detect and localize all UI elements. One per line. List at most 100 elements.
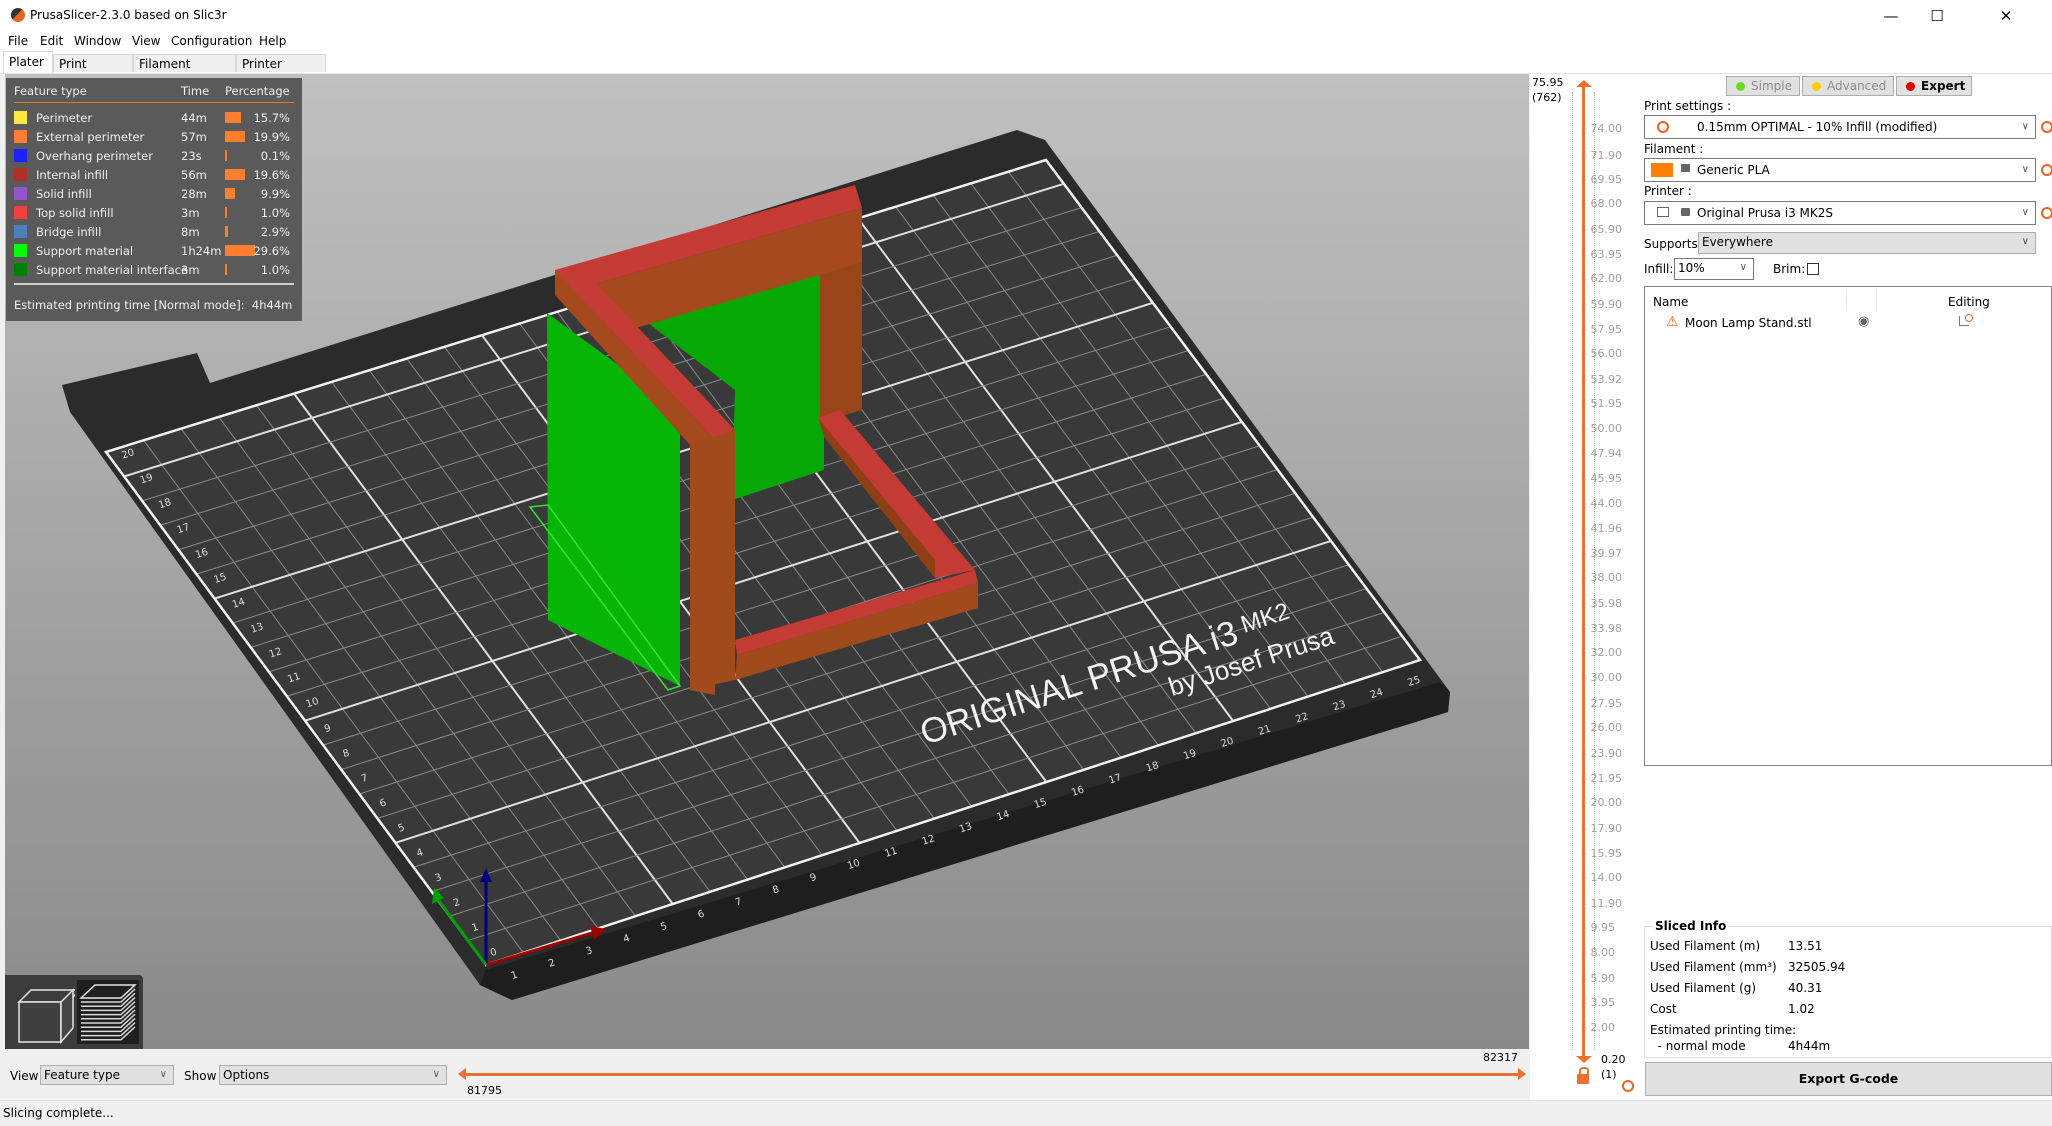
- layer-height-tick: - 53.92: [1583, 372, 1622, 386]
- sliced-info-value: 1.02: [1788, 1002, 1815, 1016]
- vslider-lower-thumb[interactable]: [1576, 1056, 1592, 1063]
- legend-feature-label: Support material interface: [36, 263, 189, 277]
- printer-edit-icon[interactable]: [2041, 207, 2052, 219]
- legend-feature-time: 57m: [181, 130, 207, 144]
- tab-printer-settings[interactable]: Printer Settings: [236, 54, 326, 89]
- hslider-high-value: 82317: [1483, 1051, 1518, 1064]
- minimize-button[interactable]: —: [1868, 0, 1914, 32]
- mode-expert-button[interactable]: Expert: [1896, 76, 1972, 96]
- layer-height-tick: - 35.98: [1583, 596, 1622, 610]
- menu-help[interactable]: Help: [259, 34, 286, 48]
- horizontal-slider-upper-thumb[interactable]: [1518, 1068, 1526, 1080]
- layer-height-tick: - 2.00: [1583, 1020, 1615, 1034]
- legend-feature-label: Solid infill: [36, 187, 92, 201]
- chevron-down-icon: ∨: [432, 1069, 440, 1080]
- brim-checkbox[interactable]: [1807, 263, 1819, 275]
- view-type-select[interactable]: Feature type ∨: [40, 1065, 174, 1085]
- layer-height-tick: - 30.00: [1583, 671, 1622, 685]
- print-settings-label: Print settings :: [1644, 99, 1732, 113]
- mode-dot-icon: [1906, 82, 1915, 91]
- brim-label: Brim:: [1773, 262, 1806, 276]
- maximize-button[interactable]: ☐: [1914, 0, 1960, 32]
- legend-color-swatch: [14, 244, 27, 257]
- layer-height-tick: - 45.95: [1583, 472, 1622, 486]
- vslider-bottom-layer: (1): [1601, 1068, 1617, 1081]
- horizontal-slider-lower-thumb[interactable]: [458, 1068, 466, 1080]
- layer-height-tick: - 14.00: [1583, 870, 1622, 884]
- layer-height-tick: - 51.95: [1583, 397, 1622, 411]
- eye-icon[interactable]: ◉: [1858, 314, 1869, 329]
- print-settings-select[interactable]: 0.15mm OPTIMAL - 10% Infill (modified) ∨: [1644, 115, 2036, 139]
- vslider-upper-thumb[interactable]: [1576, 80, 1592, 87]
- object-name: Moon Lamp Stand.stl: [1685, 316, 1812, 330]
- menu-file[interactable]: File: [8, 34, 28, 48]
- cube-icon-front: [18, 1001, 62, 1043]
- legend-percentage-bar: [225, 150, 227, 161]
- menu-window[interactable]: Window: [74, 34, 121, 48]
- unlock-icon-shackle: [1579, 1067, 1589, 1076]
- printer-value: Original Prusa i3 MK2S: [1697, 206, 1834, 220]
- layer-height-tick: - 27.95: [1583, 696, 1622, 710]
- legend-feature-percentage: 29.6%: [253, 244, 290, 258]
- layer-height-tick: - 23.90: [1583, 747, 1622, 761]
- cog-icon[interactable]: [1622, 1080, 1634, 1092]
- menu-configuration[interactable]: Configuration: [171, 34, 252, 48]
- export-gcode-button[interactable]: Export G-code: [1645, 1062, 2052, 1096]
- legend-color-swatch: [14, 111, 27, 124]
- tab-filament-settings[interactable]: Filament Settings: [133, 54, 236, 89]
- print-settings-edit-icon[interactable]: [2041, 121, 2052, 133]
- legend-row: Overhang perimeter 23s 0.1%: [6, 147, 302, 166]
- legend-header-percentage: Percentage: [225, 84, 290, 98]
- legend-color-swatch: [14, 130, 27, 143]
- layer-height-tick: - 17.90: [1583, 822, 1622, 836]
- layer-height-tick: - 57.95: [1583, 322, 1622, 336]
- mode-advanced-button[interactable]: Advanced: [1802, 76, 1894, 96]
- hslider-low-value: 81795: [467, 1084, 502, 1097]
- legend-header-divider: [14, 102, 294, 103]
- legend-row: Bridge infill 8m 2.9%: [6, 223, 302, 242]
- close-button[interactable]: ✕: [1960, 0, 2052, 32]
- layer-height-tick: - 21.95: [1583, 771, 1622, 785]
- filament-select[interactable]: Generic PLA ∨: [1644, 158, 2036, 182]
- preview-bottom-bar: View Feature type ∨ Show Options ∨ 81795 8…: [0, 1050, 1640, 1098]
- printer-icon: [1657, 207, 1669, 217]
- layer-line: [81, 1026, 136, 1041]
- legend-feature-time: 28m: [181, 187, 207, 201]
- horizontal-slider-track[interactable]: [460, 1073, 1520, 1076]
- printer-select[interactable]: Original Prusa i3 MK2S ∨: [1644, 201, 2036, 225]
- sliced-info-value: 13.51: [1788, 939, 1823, 953]
- layer-height-tick: - 26.00: [1583, 721, 1622, 735]
- estimated-time-label: Estimated printing time [Normal mode]:: [14, 298, 245, 312]
- object-list-item[interactable]: ⚠ Moon Lamp Stand.stl ◉: [1645, 314, 2051, 334]
- legend-header-feature: Feature type: [14, 84, 87, 98]
- legend-header-time: Time: [181, 84, 210, 98]
- print-settings-value: 0.15mm OPTIMAL - 10% Infill (modified): [1697, 120, 1938, 134]
- chevron-down-icon: ∨: [2021, 236, 2029, 247]
- infill-select[interactable]: 10% ∨: [1674, 258, 1754, 280]
- supports-value: Everywhere: [1702, 235, 1773, 249]
- tab-plater[interactable]: Plater: [3, 51, 53, 73]
- legend-percentage-bar: [225, 245, 255, 256]
- menu-view[interactable]: View: [132, 34, 160, 48]
- preview-layers-button[interactable]: [77, 980, 139, 1044]
- legend-percentage-bar: [225, 207, 227, 218]
- 3d-view-button[interactable]: [13, 980, 75, 1044]
- legend-percentage-bar: [225, 112, 241, 123]
- filament-edit-icon[interactable]: [2041, 164, 2052, 176]
- legend-feature-time: 23s: [181, 149, 202, 163]
- tab-print-settings[interactable]: Print Settings: [53, 54, 133, 89]
- object-list-header-editing: Editing: [1948, 295, 1990, 309]
- layer-height-tick: - 65.90: [1583, 223, 1622, 237]
- mode-simple-button[interactable]: Simple: [1726, 76, 1800, 96]
- supports-select[interactable]: Everywhere ∨: [1698, 232, 2036, 254]
- sliced-info-label: Used Filament (g): [1650, 981, 1757, 995]
- menu-edit[interactable]: Edit: [40, 34, 63, 48]
- legend-row: External perimeter 57m 19.9%: [6, 128, 302, 147]
- warning-icon[interactable]: ⚠: [1666, 314, 1679, 330]
- sliced-info-value: 4h44m: [1788, 1039, 1831, 1053]
- layer-height-tick: - 15.95: [1583, 846, 1622, 860]
- window-title: PrusaSlicer-2.3.0 based on Slic3r: [30, 8, 227, 22]
- filament-color-swatch[interactable]: [1651, 163, 1673, 177]
- show-options-select[interactable]: Options ∨: [219, 1065, 447, 1085]
- feature-type-legend: Feature type Time Percentage Perimeter 44…: [6, 78, 302, 321]
